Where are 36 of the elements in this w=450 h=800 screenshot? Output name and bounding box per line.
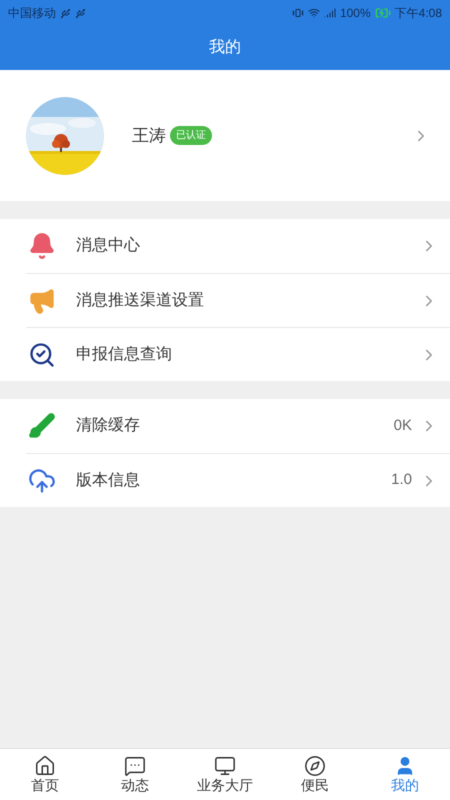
- menu-label: 申报信息查询: [76, 344, 172, 364]
- tab-item[interactable]: 动态: [90, 749, 180, 800]
- battery-percent: 100%: [340, 5, 371, 22]
- bell-icon: [28, 232, 56, 260]
- menu-label: 清除缓存: [76, 416, 140, 436]
- usb-icon: [75, 8, 86, 18]
- menu-item[interactable]: 申报信息查询: [26, 327, 450, 381]
- usb-icon: [60, 8, 71, 18]
- search-icon: [28, 340, 56, 368]
- verified-badge: 已认证: [170, 126, 212, 145]
- clock-time: 下午4:08: [394, 5, 442, 22]
- menu-label: 版本信息: [76, 470, 140, 490]
- menu-item[interactable]: 版本信息 1.0: [26, 453, 450, 507]
- carrier-name: 中国移动: [8, 5, 56, 22]
- compass-icon: [304, 754, 326, 777]
- menu-item[interactable]: 消息推送渠道设置: [26, 273, 450, 327]
- home-icon: [34, 754, 56, 777]
- profile-card[interactable]: 王涛 已认证: [0, 70, 450, 201]
- menu-label: 消息推送渠道设置: [76, 290, 204, 310]
- menu-value: 0K: [394, 416, 412, 436]
- tab-item[interactable]: 首页: [0, 749, 90, 800]
- megaphone-icon: [28, 286, 56, 314]
- tab-item[interactable]: 便民: [270, 749, 360, 800]
- menu-value: 1.0: [391, 470, 412, 490]
- chat-icon: [124, 754, 146, 777]
- tab-item[interactable]: 业务大厅: [180, 749, 270, 800]
- vibrate-icon: [292, 7, 304, 19]
- monitor-icon: [214, 754, 236, 777]
- brush-icon: [28, 412, 56, 440]
- menu-label: 消息中心: [76, 236, 140, 256]
- cloud-upload-icon: [28, 466, 56, 494]
- tab-item[interactable]: 我的: [360, 749, 450, 800]
- header-title: 我的: [209, 38, 241, 58]
- menu-item[interactable]: 消息中心: [26, 219, 450, 273]
- user-name: 王涛: [132, 124, 166, 147]
- menu-item[interactable]: 清除缓存 0K: [26, 399, 450, 453]
